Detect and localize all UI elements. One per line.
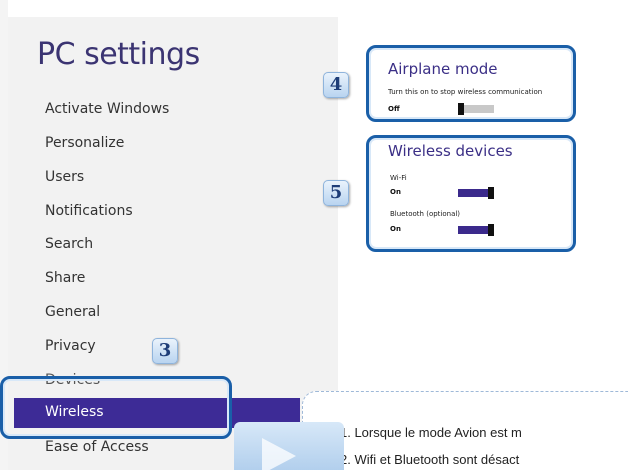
screenshot-frame: PC settings Activate Windows Personalize… [0,0,628,470]
wifi-state: On [390,188,401,196]
wireless-devices-title: Wireless devices [388,142,513,160]
nav-item-notifications[interactable]: Notifications [45,202,133,222]
airplane-mode-description: Turn this on to stop wireless communicat… [388,88,543,96]
airplane-mode-toggle[interactable] [458,103,494,115]
top-strip [0,0,628,17]
nav-item-personalize[interactable]: Personalize [45,134,124,154]
badge-step-5: 5 [323,180,349,206]
play-icon [262,438,296,470]
toggle-thumb [488,224,494,236]
page-title: PC settings [37,37,200,72]
callout-line-1: 1. Lorsque le mode Avion est m [340,425,522,440]
toggle-thumb [458,103,464,115]
nav-item-ease-of-access[interactable]: Ease of Access [45,438,149,458]
nav-item-users[interactable]: Users [45,168,84,188]
badge-step-3: 3 [152,338,178,364]
nav-item-activate-windows[interactable]: Activate Windows [45,100,169,120]
airplane-mode-title: Airplane mode [388,60,498,78]
bluetooth-toggle[interactable] [458,224,494,236]
badge-step-4: 4 [323,72,349,98]
wifi-toggle[interactable] [458,187,494,199]
airplane-mode-state: Off [388,105,400,113]
nav-item-privacy[interactable]: Privacy [45,337,96,357]
bluetooth-label: Bluetooth (optional) [390,210,461,218]
nav-item-search[interactable]: Search [45,235,93,255]
callout-line-2: 2. Wifi et Bluetooth sont désact [340,452,520,467]
wifi-label: Wi-Fi [390,174,407,182]
wireless-highlight-box [0,376,232,439]
toggle-thumb [488,187,494,199]
bluetooth-state: On [390,225,401,233]
nav-item-share[interactable]: Share [45,269,85,289]
nav-item-general[interactable]: General [45,303,100,323]
